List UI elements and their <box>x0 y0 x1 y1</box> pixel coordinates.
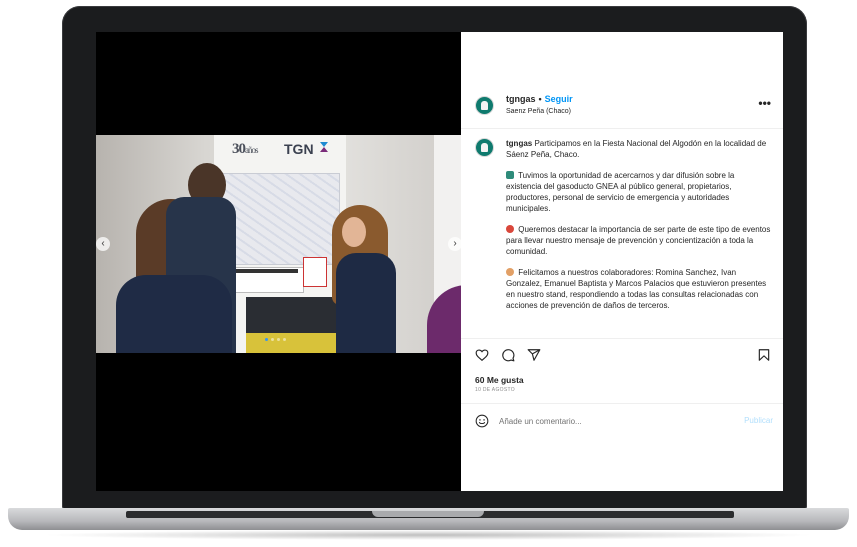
comment-input[interactable] <box>499 414 719 428</box>
laptop-notch <box>372 511 484 517</box>
comment-icon[interactable] <box>501 348 515 362</box>
caption-paragraph: Queremos destacar la importancia de ser … <box>506 225 771 256</box>
caption-text: tgngas Participamos en la Fiesta Naciona… <box>506 138 771 321</box>
safety-zone-title <box>236 269 298 273</box>
emoji-icon[interactable] <box>475 414 489 428</box>
screen: 30años TGN ‹ › tgngas • Seguir Saenz Peña … <box>96 32 783 491</box>
share-icon[interactable] <box>527 348 541 362</box>
tgn-logo: TGN <box>284 141 314 157</box>
carousel-dot <box>283 338 286 341</box>
caption-paragraph: tgngas Participamos en la Fiesta Naciona… <box>506 139 767 159</box>
username-link[interactable]: tgngas <box>506 94 536 104</box>
person-face <box>342 217 366 247</box>
post-panel: tgngas • Seguir Saenz Peña (Chaco) ••• tgn… <box>461 32 783 491</box>
more-options-icon[interactable]: ••• <box>758 96 771 110</box>
post-header: tgngas • Seguir Saenz Peña (Chaco) ••• <box>461 32 783 129</box>
caption-paragraph: Felicitamos a nuestros colaboradores: Ro… <box>506 268 767 310</box>
pipeline-map <box>220 173 340 265</box>
post-date: 10 DE AGOSTO <box>475 387 515 393</box>
tgn-logo-mark-icon <box>320 142 328 152</box>
action-bar <box>461 338 783 365</box>
bookmark-icon[interactable] <box>757 348 771 362</box>
chevron-left-icon[interactable]: ‹ <box>96 237 110 251</box>
heart-icon[interactable] <box>475 348 489 362</box>
follow-button[interactable]: Seguir <box>545 94 573 104</box>
post-username: tgngas • Seguir <box>506 94 573 104</box>
likes-count[interactable]: 60 Me gusta <box>475 375 524 385</box>
separator: • <box>538 94 542 104</box>
carousel-dot <box>277 338 280 341</box>
target-icon <box>506 225 514 233</box>
person-body <box>116 275 232 353</box>
carousel-dot <box>271 338 274 341</box>
laptop-shadow <box>40 530 817 540</box>
caption-area: tgngas Participamos en la Fiesta Naciona… <box>461 129 783 338</box>
avatar[interactable] <box>475 138 494 157</box>
display-box-base <box>246 333 346 353</box>
face-icon <box>506 268 514 276</box>
comment-bar: Publicar <box>461 403 783 440</box>
anniversary-logo: 30años <box>232 141 258 157</box>
danger-sign <box>303 257 327 287</box>
chevron-right-icon[interactable]: › <box>448 237 462 251</box>
carousel-dots <box>265 338 286 341</box>
carousel-dot <box>265 338 268 341</box>
caption-paragraph: Tuvimos la oportunidad de acercarnos y d… <box>506 171 735 213</box>
person-body <box>336 253 396 353</box>
caption-username[interactable]: tgngas <box>506 139 532 148</box>
location-link[interactable]: Saenz Peña (Chaco) <box>506 108 571 115</box>
post-photo[interactable]: 30años TGN <box>96 135 461 353</box>
map-icon <box>506 171 514 179</box>
avatar[interactable] <box>475 96 494 115</box>
publish-button[interactable]: Publicar <box>744 416 773 425</box>
